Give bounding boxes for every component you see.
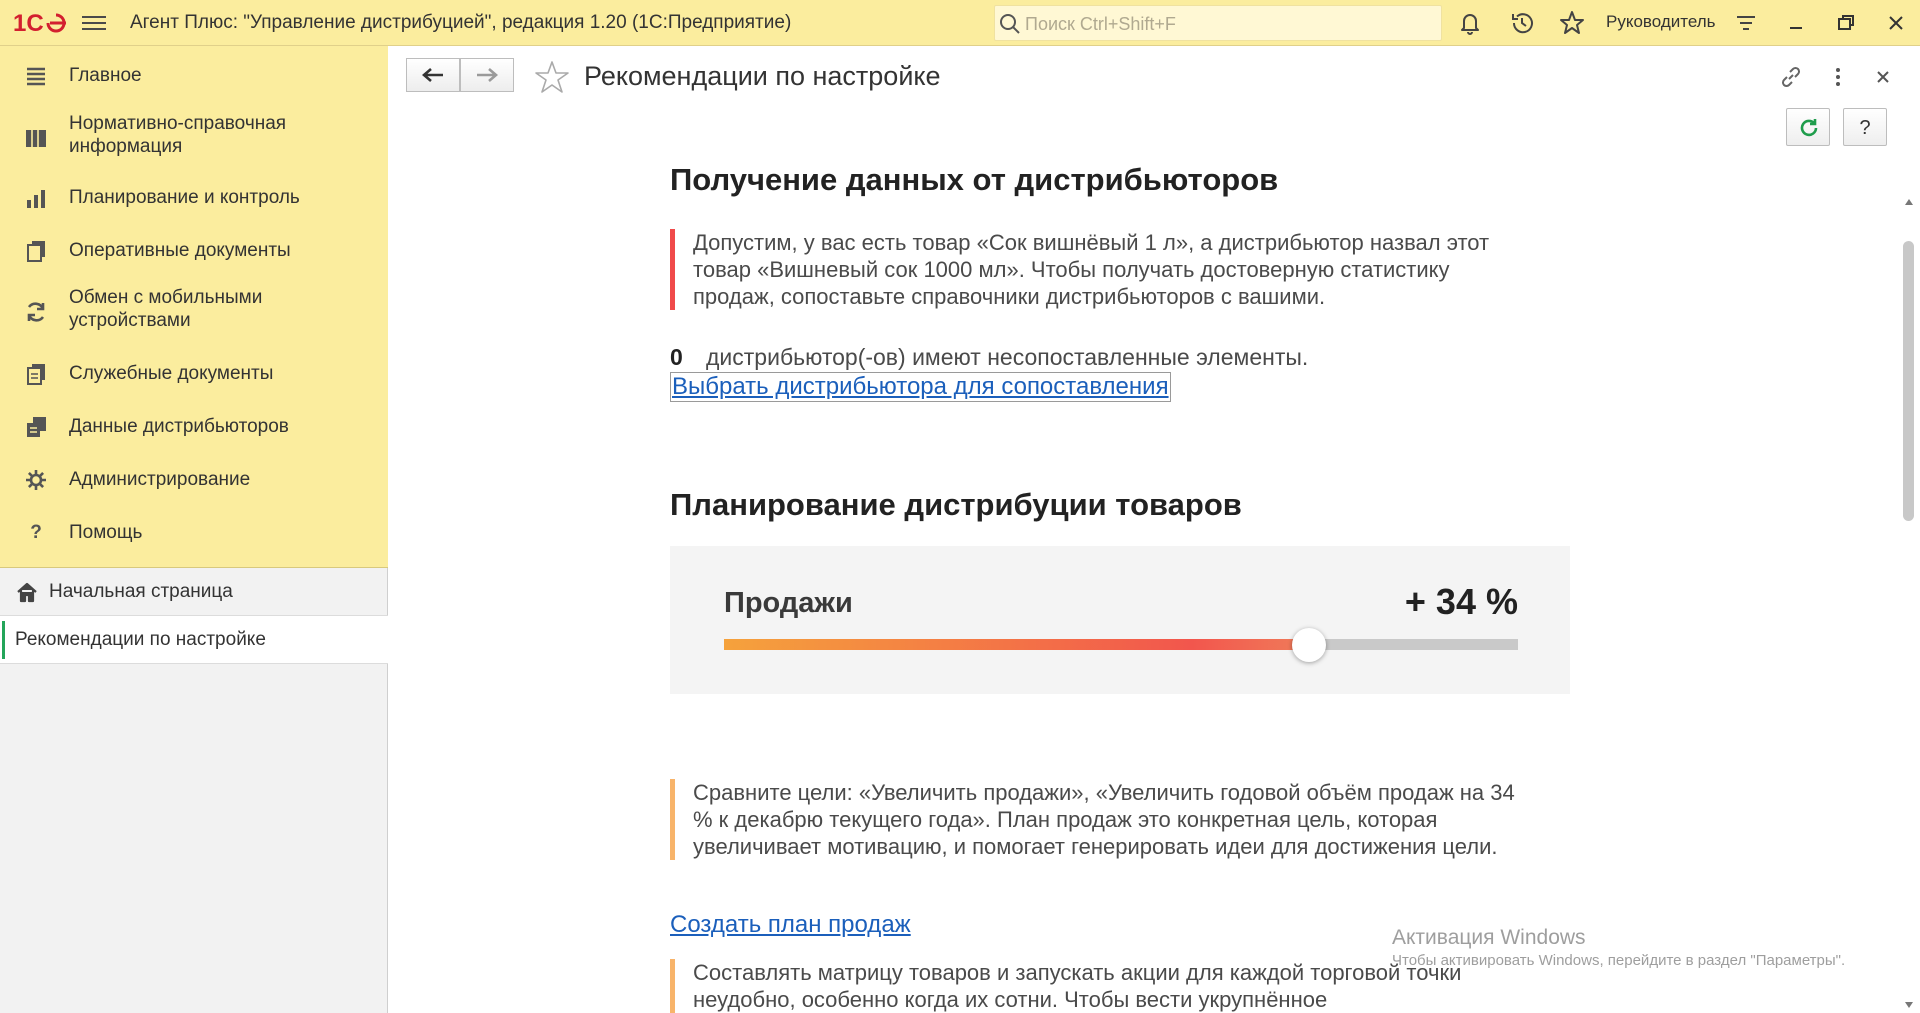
menu-lines-icon [27,67,45,86]
refresh-button[interactable] [1786,108,1830,146]
help-button[interactable]: ? [1843,108,1887,146]
restore-icon[interactable] [1834,12,1858,34]
sidebar-item-planning[interactable]: Планирование и контроль [0,178,388,218]
minimize-icon[interactable] [1784,12,1808,34]
sidebar-item-reference-info[interactable]: Нормативно-справочная информация [0,110,388,166]
form-content: Рекомендации по настройке ? Получение да… [388,46,1920,1013]
settings-menu-icon[interactable] [1732,9,1760,37]
1c-logo[interactable]: 1С [12,10,68,36]
link-icon[interactable] [1778,64,1804,90]
gear-icon [26,470,46,490]
sales-label: Продажи [724,587,853,619]
back-button[interactable] [406,58,460,92]
sidebar-item-administration[interactable]: Администрирование [0,460,388,500]
svg-text:1С: 1С [13,10,44,36]
sidebar-item-main[interactable]: Главное [0,56,388,96]
activation-watermark-subtitle: Чтобы активировать Windows, перейдите в … [1392,952,1846,969]
activation-watermark-title: Активация Windows [1392,926,1586,949]
section-title-distributor-data: Получение данных от дистрибьюторов [670,162,1279,197]
sidebar-item-service-docs[interactable]: Служебные документы [0,354,388,394]
arrow-left-icon [422,68,443,82]
home-icon [17,582,37,603]
sidebar-item-mobile-exchange[interactable]: Обмен с мобильными устройствами [0,284,388,340]
sync-icon [27,302,45,322]
title-bar: 1С Агент Плюс: "Управление дистрибуцией"… [0,0,1920,46]
main-menu-icon[interactable] [82,12,106,34]
sidebar-item-label: Данные дистрибьюторов [69,416,289,437]
search-box[interactable] [994,5,1442,41]
sections-panel: Главное Нормативно-справочная информация… [0,46,388,568]
forward-button[interactable] [460,58,514,92]
search-icon [1000,14,1020,34]
documents-icon [27,241,45,262]
scroll-down-icon[interactable] [1904,1001,1914,1009]
more-actions-icon[interactable] [1825,64,1851,90]
hint-marker [670,779,675,860]
close-icon[interactable] [1884,12,1908,34]
sales-slider-fill [724,639,1310,650]
bar-chart-icon [27,190,45,208]
distributor-data-icon [27,417,46,437]
select-distributor-link[interactable]: Выбрать дистрибьютора для сопоставления [670,372,1171,402]
history-icon[interactable] [1508,9,1536,37]
sidebar: Главное Нормативно-справочная информация… [0,46,388,1013]
distributor-hint-text: Допустим, у вас есть товар «Сок вишнёвый… [693,230,1490,309]
sidebar-item-distributor-data[interactable]: Данные дистрибьюторов [0,407,388,447]
distributor-hint: Допустим, у вас есть товар «Сок вишнёвый… [670,229,1530,310]
section-title-planning: Планирование дистрибуции товаров [670,487,1242,522]
sidebar-item-label: Служебные документы [69,363,274,384]
question-icon: ? [30,522,42,543]
home-page-item[interactable]: Начальная страница [0,568,388,616]
search-input[interactable] [1025,11,1425,37]
service-docs-icon [27,364,45,385]
form-title: Рекомендации по настройке [584,61,941,91]
open-form-label: Рекомендации по настройке [15,629,266,650]
sidebar-item-label: Помощь [69,522,143,543]
sales-slider-knob[interactable] [1292,628,1327,662]
home-page-label: Начальная страница [49,581,233,602]
sales-growth-card: Продажи + 34 % [670,546,1570,694]
close-form-icon[interactable] [1870,64,1896,90]
scroll-up-icon[interactable] [1904,198,1914,206]
sidebar-item-help[interactable]: ? Помощь [0,513,388,553]
sidebar-item-label: Обмен с мобильными устройствами [69,287,263,331]
scroll-thumb[interactable] [1903,241,1914,521]
open-form-item[interactable]: Рекомендации по настройке [0,616,388,664]
hint-marker [670,229,675,310]
user-name[interactable]: Руководитель [1606,12,1716,32]
create-sales-plan-link[interactable]: Создать план продаж [670,911,911,939]
channel-hint: Составлять матрицу товаров и запускать а… [670,959,1470,1013]
unmatched-count: 0 [670,344,683,370]
favorite-star-icon[interactable] [534,60,570,94]
sidebar-item-label: Планирование и контроль [69,187,300,208]
vertical-scrollbar[interactable] [1900,196,1918,1013]
sales-slider-track[interactable] [724,639,1518,650]
help-button-label: ? [1859,117,1871,139]
hint-marker [670,959,675,1013]
sidebar-item-label: Главное [69,65,142,86]
plan-hint: Сравните цели: «Увеличить продажи», «Уве… [670,779,1530,860]
unmatched-text: дистрибьютор(-ов) имеют несопоставленные… [706,344,1309,370]
sidebar-item-operational-docs[interactable]: Оперативные документы [0,231,388,271]
sales-percent: + 34 % [1404,581,1518,622]
plan-hint-text: Сравните цели: «Увеличить продажи», «Уве… [693,780,1515,859]
app-title: Агент Плюс: "Управление дистрибуцией", р… [130,12,792,33]
star-icon[interactable] [1558,9,1586,37]
refresh-icon [1800,119,1818,137]
catalog-icon [26,130,46,147]
arrow-right-icon [477,68,498,82]
sidebar-item-label: Администрирование [69,469,251,490]
sidebar-item-label: Нормативно-справочная информация [69,113,287,157]
channel-hint-text: Составлять матрицу товаров и запускать а… [693,960,1462,1012]
sidebar-item-label: Оперативные документы [69,240,291,261]
bell-icon[interactable] [1456,9,1484,37]
